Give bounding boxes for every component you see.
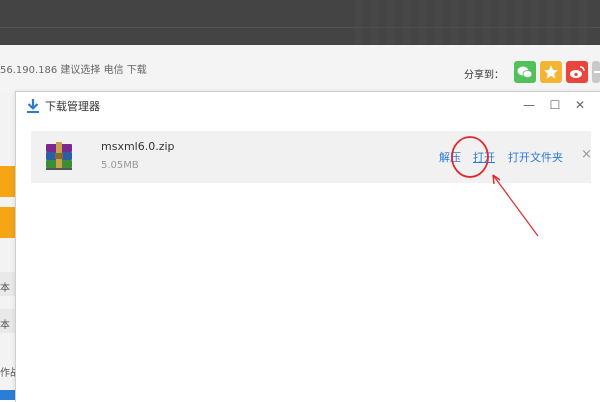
maximize-button[interactable]: ☐ xyxy=(547,97,563,113)
server-info-text: 56.190.186 建议选择 电信 下载 xyxy=(0,65,147,76)
download-icon xyxy=(27,99,39,113)
weibo-share-button[interactable] xyxy=(566,61,588,83)
close-button[interactable]: ✕ xyxy=(572,97,588,113)
background-orange-block xyxy=(0,166,16,197)
dialog-titlebar[interactable]: 下载管理器 — ☐ ✕ xyxy=(16,92,600,122)
background-left-strip xyxy=(0,93,16,400)
file-name: msxml6.0.zip xyxy=(101,140,175,153)
share-label: 分享到： xyxy=(464,70,504,81)
more-share-button[interactable] xyxy=(592,61,600,83)
qzone-share-button[interactable] xyxy=(540,61,562,83)
background-blue-block xyxy=(0,390,16,400)
dialog-title: 下载管理器 xyxy=(45,100,100,113)
background-text-fragment: 本 xyxy=(0,320,10,331)
open-folder-link[interactable]: 打开文件夹 xyxy=(508,149,563,165)
extract-link[interactable]: 解压 xyxy=(439,149,461,165)
browser-top-bar xyxy=(0,0,600,45)
more-icon xyxy=(594,71,600,73)
remove-item-button[interactable]: × xyxy=(581,147,592,162)
download-manager-dialog: 下载管理器 — ☐ ✕ msxml6.0.zip 5.05MB 解压 打开 打开… xyxy=(15,91,600,402)
download-list-item[interactable]: msxml6.0.zip 5.05MB 解压 打开 打开文件夹 × xyxy=(31,131,592,183)
open-link[interactable]: 打开 xyxy=(473,149,495,165)
topbar-pattern xyxy=(355,0,590,45)
background-orange-block xyxy=(0,207,16,238)
file-size: 5.05MB xyxy=(101,160,139,171)
background-text-fragment: 本 xyxy=(0,283,10,294)
winrar-archive-icon xyxy=(46,142,72,170)
star-icon xyxy=(544,65,558,79)
weibo-icon xyxy=(570,66,585,78)
wechat-icon xyxy=(517,66,533,78)
minimize-button[interactable]: — xyxy=(521,97,537,113)
wechat-share-button[interactable] xyxy=(514,61,536,83)
